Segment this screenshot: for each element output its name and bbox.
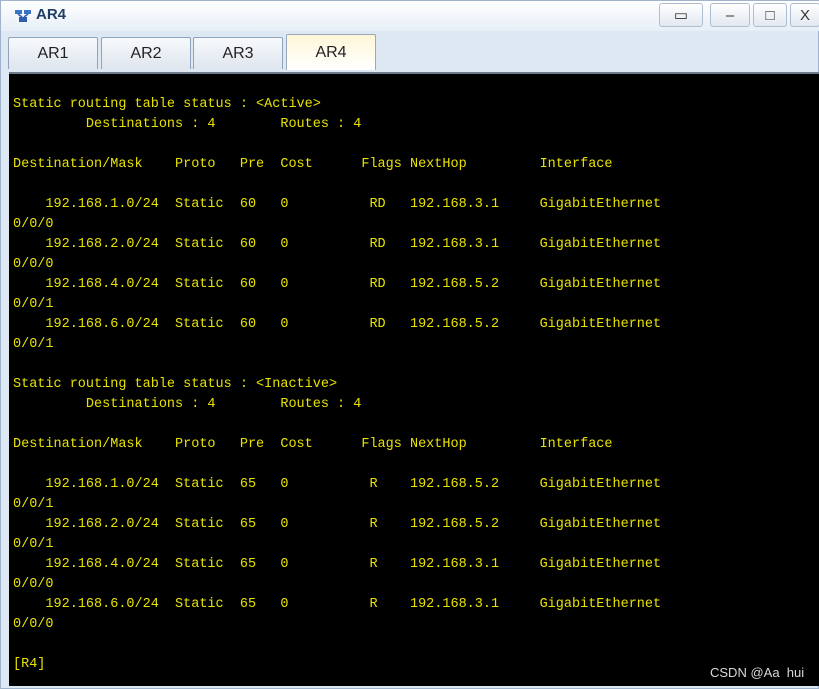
terminal-line: 0/0/0 — [13, 217, 54, 232]
maximize-button[interactable]: □ — [753, 3, 787, 27]
terminal-line: Destinations : 4 Routes : 4 — [13, 397, 362, 412]
tab-label: AR4 — [315, 43, 347, 61]
terminal-line: 192.168.6.0/24 Static 60 0 RD 192.168.5.… — [13, 317, 662, 332]
close-icon: X — [799, 6, 810, 24]
ar4-window: AR4 ▭ – □ X AR1 AR2 AR3 AR4 Static routi… — [0, 0, 819, 689]
terminal-line: 192.168.2.0/24 Static 60 0 RD 192.168.3.… — [13, 237, 662, 252]
csdn-watermark: CSDN @Aa hui — [710, 665, 805, 680]
terminal-line: 192.168.4.0/24 Static 60 0 RD 192.168.5.… — [13, 277, 662, 292]
tab-ar4[interactable]: AR4 — [286, 34, 376, 70]
cli-terminal[interactable]: Static routing table status : <Active> D… — [9, 72, 819, 686]
tab-ar2[interactable]: AR2 — [101, 37, 191, 69]
terminal-line: 0/0/0 — [13, 617, 54, 632]
terminal-line: Destination/Mask Proto Pre Cost Flags Ne… — [13, 437, 613, 452]
tab-label: AR1 — [37, 44, 69, 62]
terminal-line: 192.168.1.0/24 Static 60 0 RD 192.168.3.… — [13, 197, 662, 212]
terminal-line: [R4] — [13, 657, 46, 672]
tab-label: AR3 — [222, 44, 254, 62]
close-button[interactable]: X — [790, 3, 819, 27]
restore-button[interactable]: ▭ — [659, 3, 703, 27]
title-bar[interactable]: AR4 ▭ – □ X — [1, 1, 819, 31]
terminal-line: 0/0/1 — [13, 497, 54, 512]
device-tab-strip: AR1 AR2 AR3 AR4 — [6, 33, 819, 71]
network-router-icon — [15, 10, 31, 22]
minimize-button[interactable]: – — [710, 3, 750, 27]
maximize-icon: □ — [765, 6, 775, 24]
terminal-line: 192.168.1.0/24 Static 65 0 R 192.168.5.2… — [13, 477, 662, 492]
tab-ar1[interactable]: AR1 — [8, 37, 98, 69]
terminal-line: Destinations : 4 Routes : 4 — [13, 117, 362, 132]
terminal-line: 0/0/1 — [13, 337, 54, 352]
terminal-line: 0/0/0 — [13, 577, 54, 592]
terminal-line: Static routing table status : <Active> — [13, 97, 321, 112]
tab-label: AR2 — [130, 44, 162, 62]
terminal-line: 0/0/1 — [13, 537, 54, 552]
window-title: AR4 — [36, 6, 67, 23]
tab-ar3[interactable]: AR3 — [193, 37, 283, 69]
restore-icon: ▭ — [673, 7, 689, 24]
terminal-line: 192.168.2.0/24 Static 65 0 R 192.168.5.2… — [13, 517, 662, 532]
terminal-line: Destination/Mask Proto Pre Cost Flags Ne… — [13, 157, 613, 172]
terminal-line: 0/0/0 — [13, 257, 54, 272]
minimize-icon: – — [725, 6, 735, 24]
terminal-line: Static routing table status : <Inactive> — [13, 377, 338, 392]
terminal-line: 0/0/1 — [13, 297, 54, 312]
terminal-line: 192.168.4.0/24 Static 65 0 R 192.168.3.1… — [13, 557, 662, 572]
terminal-line: 192.168.6.0/24 Static 65 0 R 192.168.3.1… — [13, 597, 662, 612]
